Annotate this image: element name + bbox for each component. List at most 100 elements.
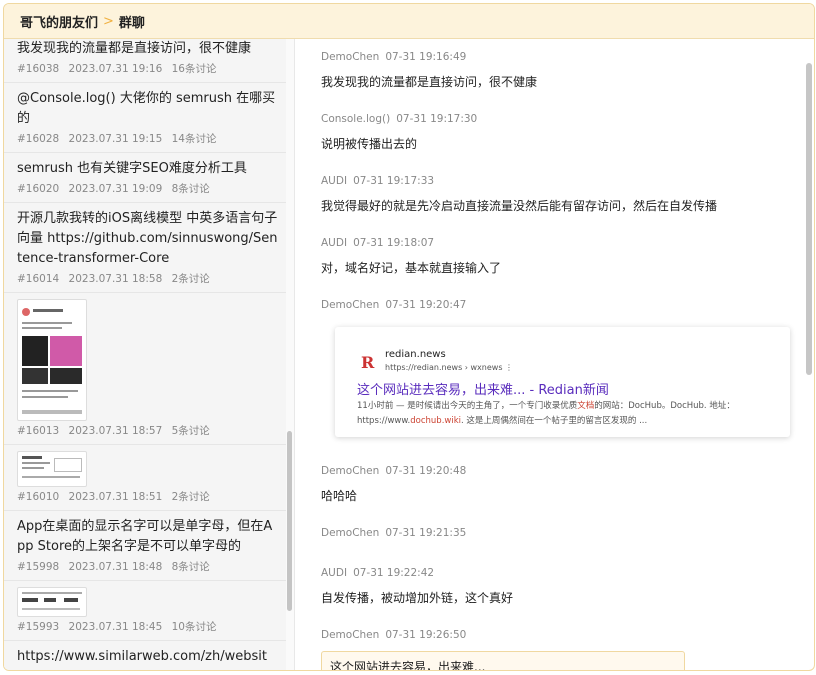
message-time: 07-31 19:16:49 [385, 51, 467, 63]
topic-id: #15993 [17, 621, 60, 633]
message-time: 07-31 19:17:33 [353, 175, 435, 187]
link-preview-card[interactable]: R redian.news https://redian.news › wxne… [335, 327, 790, 437]
topic-meta: #16020 2023.07.31 19:09 8条讨论 [17, 181, 278, 196]
message-time: 07-31 19:22:42 [353, 567, 435, 579]
topic-image-thumbnail[interactable] [17, 451, 87, 487]
chat-scrollbar-thumb[interactable] [806, 63, 812, 375]
message-user[interactable]: AUDI [321, 175, 347, 187]
topic-item[interactable]: 开源几款我转的iOS离线模型 中英多语言句子向量 https://github.… [4, 203, 286, 293]
topic-comments: 8条讨论 [171, 183, 210, 195]
message-text: 说明被传播出去的 [321, 137, 418, 151]
topic-comments: 5条讨论 [171, 425, 210, 437]
topic-id: #15998 [17, 561, 60, 573]
topic-title: @Console.log() 大佬你的 semrush 在哪买的 [17, 91, 276, 126]
topic-time: 2023.07.31 18:45 [68, 621, 163, 633]
topic-item[interactable]: semrush 也有关键字SEO难度分析工具 #16020 2023.07.31… [4, 153, 286, 203]
topic-meta: #15993 2023.07.31 18:45 10条讨论 [17, 619, 278, 634]
message-time: 07-31 19:20:47 [385, 299, 467, 311]
topic-id: #16020 [17, 183, 60, 195]
topic-title: 开源几款我转的iOS离线模型 中英多语言句子向量 https://github.… [17, 211, 278, 266]
message-user[interactable]: DemoChen [321, 465, 379, 477]
chat-message: DemoChen 07-31 19:16:49 我发现我的流量都是直接访问，很不健… [295, 51, 814, 91]
message-text: 我发现我的流量都是直接访问，很不健康 [321, 75, 538, 89]
app-window: 哥飞的朋友们 > 群聊 我发现我的流量都是直接访问，很不健康 #16038 20… [3, 3, 815, 671]
topic-id: #16028 [17, 133, 60, 145]
quoted-message[interactable]: 这个网站进去容易，出来难... [321, 651, 685, 670]
card-site-name: redian.news [385, 349, 446, 360]
topic-time: 2023.07.31 19:16 [68, 63, 163, 75]
message-time: 07-31 19:21:35 [385, 527, 467, 539]
topic-title: https://www.similarweb.com/zh/website/w [17, 649, 267, 670]
topic-title: semrush 也有关键字SEO难度分析工具 [17, 161, 247, 176]
topic-item[interactable]: https://www.similarweb.com/zh/website/w [4, 641, 286, 670]
message-time: 07-31 19:17:30 [396, 113, 478, 125]
topic-meta: #16038 2023.07.31 19:16 16条讨论 [17, 61, 278, 76]
topic-id: #16014 [17, 273, 60, 285]
chat-message: DemoChen 07-31 19:21:35 [295, 527, 814, 557]
topic-meta: #16013 2023.07.31 18:57 5条讨论 [17, 423, 278, 438]
topic-item[interactable]: @Console.log() 大佬你的 semrush 在哪买的 #16028 … [4, 83, 286, 153]
topic-meta: #15998 2023.07.31 18:48 8条讨论 [17, 559, 278, 574]
topic-comments: 16条讨论 [171, 63, 217, 75]
topic-image-thumbnail[interactable] [17, 587, 87, 617]
card-url: https://redian.news › wxnews ⋮ [385, 363, 514, 372]
topic-list-scrollbar-thumb[interactable] [287, 431, 292, 611]
message-text: 自发传播，被动增加外链，这个真好 [321, 591, 514, 605]
chat-message: AUDI 07-31 19:18:07 对，域名好记，基本就直接输入了 [295, 237, 814, 277]
chat-message: DemoChen 07-31 19:20:47 R redian.news htt… [295, 299, 814, 437]
topic-item[interactable]: 我发现我的流量都是直接访问，很不健康 #16038 2023.07.31 19:… [4, 39, 286, 83]
topic-item[interactable]: App在桌面的显示名字可以是单字母，但在App Store的上架名字是不可以单字… [4, 511, 286, 581]
card-snippet: 11小时前 — 是时候请出今天的主角了，一个专门收录优质文档的网站：DocHub… [357, 401, 735, 426]
topic-time: 2023.07.31 18:51 [68, 491, 163, 503]
topic-meta: #16010 2023.07.31 18:51 2条讨论 [17, 489, 278, 504]
topic-comments: 2条讨论 [171, 491, 210, 503]
topic-comments: 8条讨论 [171, 561, 210, 573]
topic-time: 2023.07.31 18:57 [68, 425, 163, 437]
topic-image-thumbnail[interactable] [17, 299, 87, 421]
breadcrumb-current: 群聊 [118, 15, 145, 31]
topic-time: 2023.07.31 18:58 [68, 273, 163, 285]
chat-message: AUDI 07-31 19:22:42 自发传播，被动增加外链，这个真好 [295, 567, 814, 607]
card-title-link[interactable]: 这个网站进去容易，出来难... - Redian新闻 [357, 379, 609, 398]
message-time: 07-31 19:18:07 [353, 237, 435, 249]
topic-id: #16038 [17, 63, 60, 75]
chat-message: Console.log() 07-31 19:17:30 说明被传播出去的 [295, 113, 814, 153]
topic-comments: 10条讨论 [171, 621, 217, 633]
topic-comments: 2条讨论 [171, 273, 210, 285]
message-user[interactable]: DemoChen [321, 629, 379, 641]
topic-meta: #16014 2023.07.31 18:58 2条讨论 [17, 271, 278, 286]
message-time: 07-31 19:26:50 [385, 629, 467, 641]
message-text: 对，域名好记，基本就直接输入了 [321, 261, 502, 275]
chat-panel[interactable]: DemoChen 07-31 19:16:49 我发现我的流量都是直接访问，很不健… [294, 39, 814, 670]
message-user[interactable]: DemoChen [321, 51, 379, 63]
topic-id: #16013 [17, 425, 60, 437]
message-text: 哈哈哈 [321, 489, 358, 503]
topic-comments: 14条讨论 [171, 133, 217, 145]
message-user[interactable]: DemoChen [321, 527, 379, 539]
message-text: 我觉得最好的就是先冷启动直接流量没然后能有留存访问，然后在自发传播 [321, 199, 718, 213]
topic-item[interactable]: #16010 2023.07.31 18:51 2条讨论 [4, 445, 286, 511]
topic-list[interactable]: 我发现我的流量都是直接访问，很不健康 #16038 2023.07.31 19:… [4, 39, 286, 670]
chat-message: DemoChen 07-31 19:20:48 哈哈哈 [295, 465, 814, 505]
message-user[interactable]: AUDI [321, 237, 347, 249]
message-time: 07-31 19:20:48 [385, 465, 467, 477]
message-user[interactable]: Console.log() [321, 113, 390, 125]
topic-item[interactable]: #16013 2023.07.31 18:57 5条讨论 [4, 293, 286, 445]
breadcrumb: 哥飞的朋友们 > 群聊 [4, 4, 814, 39]
topic-id: #16010 [17, 491, 60, 503]
chat-message: DemoChen 07-31 19:26:50 这个网站进去容易，出来难... [295, 629, 814, 670]
topic-list-scrollbar[interactable] [286, 39, 294, 670]
breadcrumb-group[interactable]: 哥飞的朋友们 [20, 12, 98, 31]
topic-time: 2023.07.31 19:15 [68, 133, 163, 145]
chat-message: AUDI 07-31 19:17:33 我觉得最好的就是先冷启动直接流量没然后能有… [295, 175, 814, 215]
topic-time: 2023.07.31 19:09 [68, 183, 163, 195]
message-user[interactable]: DemoChen [321, 299, 379, 311]
topic-time: 2023.07.31 18:48 [68, 561, 163, 573]
site-logo: R [361, 353, 375, 372]
message-user[interactable]: AUDI [321, 567, 347, 579]
topic-title: App在桌面的显示名字可以是单字母，但在App Store的上架名字是不可以单字… [17, 519, 273, 554]
breadcrumb-separator: > [103, 13, 114, 29]
topic-title: 我发现我的流量都是直接访问，很不健康 [17, 41, 252, 56]
topic-meta: #16028 2023.07.31 19:15 14条讨论 [17, 131, 278, 146]
topic-item[interactable]: #15993 2023.07.31 18:45 10条讨论 [4, 581, 286, 641]
